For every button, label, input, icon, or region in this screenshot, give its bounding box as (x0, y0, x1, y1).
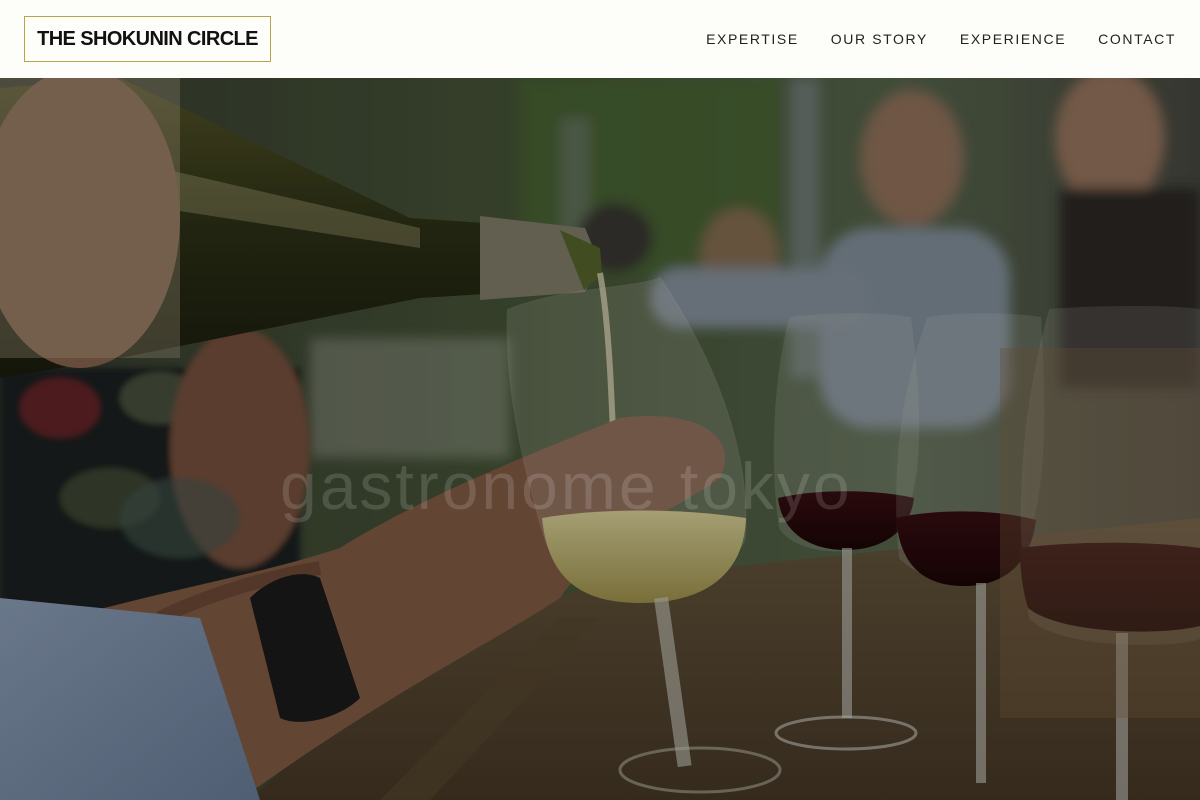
logo-text: THE SHOKUNIN CIRCLE (37, 27, 258, 50)
nav-link-experience[interactable]: EXPERIENCE (960, 31, 1066, 47)
nav-link-our-story[interactable]: OUR STORY (831, 31, 928, 47)
wine-tasting-photo (0, 78, 1200, 800)
nav-link-contact[interactable]: CONTACT (1098, 31, 1176, 47)
site-header: THE SHOKUNIN CIRCLE EXPERTISE OUR STORY … (0, 0, 1200, 78)
nav-link-expertise[interactable]: EXPERTISE (706, 31, 799, 47)
site-logo[interactable]: THE SHOKUNIN CIRCLE (24, 16, 271, 62)
main-nav: EXPERTISE OUR STORY EXPERIENCE CONTACT (674, 0, 1176, 78)
hero-image: gastronome tokyo (0, 78, 1200, 800)
hero-watermark: gastronome tokyo (280, 449, 853, 523)
